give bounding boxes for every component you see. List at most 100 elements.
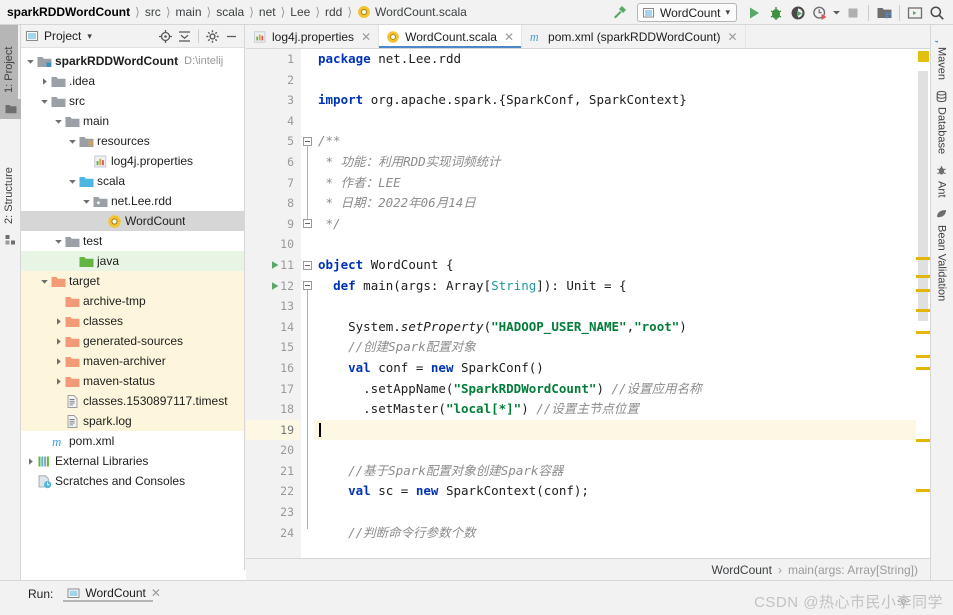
- project-tree[interactable]: sparkRDDWordCount D:\intelij .idea src main r…: [21, 48, 244, 571]
- scrollbar-warning-marker[interactable]: [916, 367, 930, 370]
- tree-node-test[interactable]: test: [21, 231, 244, 251]
- breadcrumb-method[interactable]: main(args: Array[String]): [788, 563, 918, 577]
- scrollbar-thumb[interactable]: [918, 71, 928, 321]
- editor-tab-log4j-properties[interactable]: log4j.properties ✕: [246, 25, 380, 48]
- close-icon[interactable]: ✕: [728, 30, 738, 44]
- code-line[interactable]: .setMaster("local[*]") //设置主节点位置: [314, 399, 916, 420]
- settings-gear-icon[interactable]: [204, 28, 221, 45]
- chevron-down-icon[interactable]: [831, 2, 842, 24]
- editor-gutter[interactable]: 1 2 3 4 5 6 7 8 9 10 11 12 13 14 15 16 17 18 19 20 21 22 23 24: [246, 49, 301, 558]
- chevron-right-icon[interactable]: [25, 451, 36, 471]
- chevron-down-icon[interactable]: [39, 271, 50, 291]
- scrollbar-warning-marker[interactable]: [916, 331, 930, 334]
- locate-icon[interactable]: [157, 28, 174, 45]
- debug-bug-icon[interactable]: [765, 2, 787, 24]
- code-line[interactable]: [314, 234, 916, 255]
- breadcrumb-item-rdd[interactable]: rdd: [325, 5, 342, 19]
- project-structure-icon[interactable]: [873, 2, 895, 24]
- tree-node-scala[interactable]: scala: [21, 171, 244, 191]
- scrollbar-warning-marker[interactable]: [916, 257, 930, 260]
- tree-node-maven-archiver[interactable]: maven-archiver: [21, 351, 244, 371]
- code-line[interactable]: [314, 440, 916, 461]
- tree-node-generated-sources[interactable]: generated-sources: [21, 331, 244, 351]
- chevron-right-icon[interactable]: [39, 71, 50, 91]
- tree-node-target[interactable]: target: [21, 271, 244, 291]
- breadcrumb-item-project[interactable]: sparkRDDWordCount: [7, 5, 130, 19]
- sidebar-tab-maven[interactable]: m Maven: [930, 25, 952, 85]
- code-fold-marker[interactable]: [303, 260, 312, 270]
- chevron-down-icon[interactable]: [67, 131, 78, 151]
- chevron-right-icon[interactable]: [53, 331, 64, 351]
- sidebar-tab-bean-validation[interactable]: Bean Validation: [931, 203, 952, 306]
- code-line[interactable]: /**: [314, 131, 916, 152]
- tree-node-scratches-and-consoles[interactable]: Scratches and Consoles: [21, 471, 244, 491]
- sidebar-tab-database[interactable]: Database: [931, 85, 952, 159]
- sidebar-tab-ant[interactable]: Ant: [931, 159, 952, 203]
- close-icon[interactable]: ✕: [151, 586, 161, 600]
- sidebar-tab-structure[interactable]: 2: Structure: [0, 148, 18, 230]
- run-tab-wordcount[interactable]: WordCount ✕: [53, 581, 167, 602]
- chevron-right-icon[interactable]: [53, 311, 64, 331]
- hammer-icon[interactable]: [609, 2, 631, 24]
- code-line[interactable]: [314, 70, 916, 91]
- chevron-down-icon[interactable]: [53, 111, 64, 131]
- tree-node-maven-status[interactable]: maven-status: [21, 371, 244, 391]
- code-line[interactable]: .setAppName("SparkRDDWordCount") //设置应用名…: [314, 379, 916, 400]
- code-line[interactable]: //判断命令行参数个数: [314, 523, 916, 544]
- tree-node-log4j-properties[interactable]: log4j.properties: [21, 151, 244, 171]
- chevron-down-icon[interactable]: ▾: [87, 31, 92, 42]
- tree-node-net-lee-rdd[interactable]: net.Lee.rdd: [21, 191, 244, 211]
- tree-node-idea[interactable]: .idea: [21, 71, 244, 91]
- code-line[interactable]: [314, 419, 916, 441]
- code-line[interactable]: //基于Spark配置对象创建Spark容器: [314, 461, 916, 482]
- tree-node-resources[interactable]: resources: [21, 131, 244, 151]
- code-line[interactable]: val sc = new SparkContext(conf);: [314, 481, 916, 502]
- code-line[interactable]: * 作者：LEE: [314, 173, 916, 194]
- editor-tab-pom-xml-sparkrddwordcount[interactable]: m pom.xml (sparkRDDWordCount) ✕: [522, 25, 746, 48]
- run-configuration-selector[interactable]: WordCount ▾: [636, 3, 737, 22]
- code-line[interactable]: object WordCount {: [314, 255, 916, 276]
- code-editor[interactable]: 1 2 3 4 5 6 7 8 9 10 11 12 13 14 15 16 17 18 19 20 21 22 23 24 …: [246, 49, 930, 558]
- code-line[interactable]: [314, 296, 916, 317]
- profiler-icon[interactable]: [809, 2, 831, 24]
- tree-node-classes[interactable]: classes: [21, 311, 244, 331]
- code-fold-marker[interactable]: [303, 219, 312, 229]
- breadcrumb-item-scala[interactable]: scala: [216, 5, 244, 19]
- tree-node-external-libraries[interactable]: External Libraries: [21, 451, 244, 471]
- breadcrumb-item-file[interactable]: WordCount.scala: [375, 5, 467, 19]
- chevron-down-icon[interactable]: [39, 91, 50, 111]
- sidebar-tab-project[interactable]: 1: Project: [0, 25, 18, 99]
- code-line[interactable]: //创建Spark配置对象: [314, 337, 916, 358]
- scrollbar-warning-marker[interactable]: [916, 275, 930, 278]
- code-line[interactable]: * 日期：2022年06月14日: [314, 193, 916, 214]
- tree-node-spark-log[interactable]: spark.log: [21, 411, 244, 431]
- tree-node-src[interactable]: src: [21, 91, 244, 111]
- collapse-all-icon[interactable]: [176, 28, 193, 45]
- chevron-right-icon[interactable]: [53, 351, 64, 371]
- editor-fold-column[interactable]: [301, 49, 314, 558]
- code-line[interactable]: import org.apache.spark.{SparkConf, Spar…: [314, 90, 916, 111]
- chevron-down-icon[interactable]: [25, 51, 36, 71]
- tree-node-archive-tmp[interactable]: archive-tmp: [21, 291, 244, 311]
- code-line[interactable]: val conf = new SparkConf(): [314, 358, 916, 379]
- close-icon[interactable]: ✕: [504, 30, 514, 44]
- code-line[interactable]: * 功能：利用RDD实现词频统计: [314, 152, 916, 173]
- code-line[interactable]: package net.Lee.rdd: [314, 49, 916, 70]
- scrollbar-warning-marker[interactable]: [916, 489, 930, 492]
- chevron-down-icon[interactable]: [53, 231, 64, 251]
- tree-node-sparkrddwordcount[interactable]: sparkRDDWordCount D:\intelij: [21, 51, 244, 71]
- code-line[interactable]: */: [314, 214, 916, 235]
- search-icon[interactable]: [926, 2, 948, 24]
- hide-icon[interactable]: [223, 28, 240, 45]
- inspection-status-indicator[interactable]: [918, 51, 929, 62]
- scrollbar-warning-marker[interactable]: [916, 355, 930, 358]
- breadcrumb-item-main[interactable]: main: [176, 5, 202, 19]
- scrollbar-warning-marker[interactable]: [916, 309, 930, 312]
- tree-node-main[interactable]: main: [21, 111, 244, 131]
- terminal-icon[interactable]: [904, 2, 926, 24]
- tree-node-java[interactable]: java: [21, 251, 244, 271]
- tree-node-wordcount[interactable]: WordCount: [21, 211, 244, 231]
- code-line[interactable]: [314, 111, 916, 132]
- breadcrumb-item-src[interactable]: src: [145, 5, 161, 19]
- code-line[interactable]: def main(args: Array[String]): Unit = {: [314, 276, 916, 297]
